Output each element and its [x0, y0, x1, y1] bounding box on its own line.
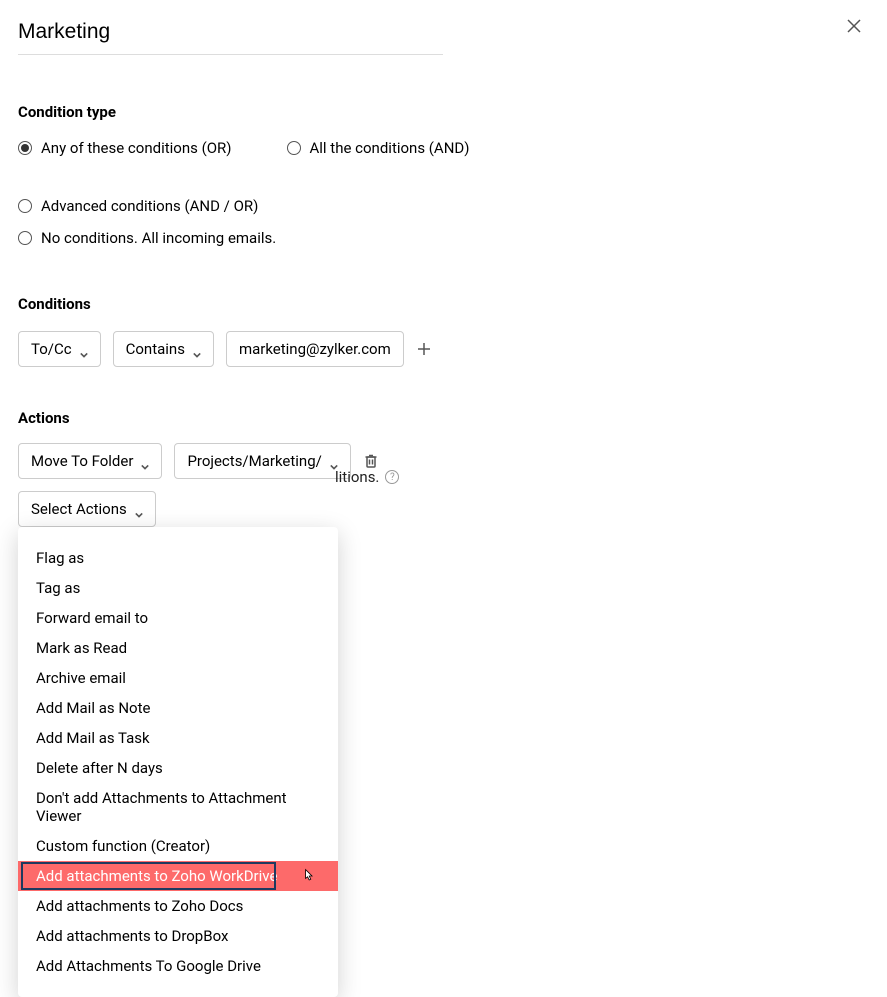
condition-row: To/Cc Contains marketing@zylker.com [18, 331, 702, 367]
actions-dropdown-menu: Flag as Tag as Forward email to Mark as Rea… [18, 527, 338, 997]
dropdown-item[interactable]: Don't add Attachments to Attachment View… [18, 783, 338, 831]
radio-label: Advanced conditions (AND / OR) [41, 197, 258, 215]
dropdown-item[interactable]: Custom function (Creator) [18, 831, 338, 861]
dropdown-item[interactable]: Add Mail as Task [18, 723, 338, 753]
dropdown-item[interactable]: Add attachments to Zoho WorkDrive [18, 861, 338, 891]
dropdown-item[interactable]: Forward email to [18, 603, 338, 633]
add-condition-icon[interactable] [416, 341, 432, 357]
select-value: Projects/Marketing/ [187, 452, 321, 470]
chevron-down-icon [193, 345, 201, 353]
select-value: Move To Folder [31, 452, 133, 470]
partial-hint-text: litions. ? [335, 468, 399, 486]
dropdown-item-label: Add attachments to Zoho Docs [36, 897, 243, 915]
select-value: Contains [126, 340, 185, 358]
condition-operator-select[interactable]: Contains [113, 331, 214, 367]
dropdown-item[interactable]: Add Attachments To Google Drive [18, 951, 338, 981]
dropdown-item[interactable]: Mark as Read [18, 633, 338, 663]
dropdown-item-label: Add Mail as Note [36, 699, 150, 717]
condition-type-options-row-2: No conditions. All incoming emails. [18, 229, 702, 247]
chevron-down-icon [330, 457, 338, 465]
radio-icon [18, 231, 32, 245]
form-content: Condition type Any of these conditions (… [0, 0, 720, 527]
action-type-select[interactable]: Move To Folder [18, 443, 162, 479]
dropdown-item[interactable]: Add Mail as Note [18, 693, 338, 723]
dropdown-item[interactable]: Add attachments to DropBox [18, 921, 338, 951]
select-value: Select Actions [31, 500, 127, 518]
dropdown-item-label: Custom function (Creator) [36, 837, 210, 855]
dropdown-item-label: Forward email to [36, 609, 148, 627]
dropdown-item-label: Add Attachments To Google Drive [36, 957, 261, 975]
radio-advanced[interactable]: Advanced conditions (AND / OR) [18, 197, 258, 215]
condition-type-heading: Condition type [18, 103, 702, 121]
select-actions-trigger[interactable]: Select Actions [18, 491, 156, 527]
dropdown-item-label: Add attachments to Zoho WorkDrive [36, 867, 277, 885]
dropdown-item-label: Flag as [36, 549, 84, 567]
conditions-heading: Conditions [18, 295, 702, 313]
chevron-down-icon [135, 505, 143, 513]
radio-all-and[interactable]: All the conditions (AND) [287, 139, 470, 157]
select-actions-dropdown: Select Actions Flag asTag asForward emai… [18, 491, 156, 527]
dropdown-item-label: Add attachments to DropBox [36, 927, 228, 945]
conditions-section: Conditions To/Cc Contains marketing@zylk… [18, 295, 702, 367]
dropdown-item-label: Don't add Attachments to Attachment View… [36, 789, 287, 825]
dropdown-item[interactable]: Delete after N days [18, 753, 338, 783]
radio-no-conditions[interactable]: No conditions. All incoming emails. [18, 229, 276, 247]
dropdown-item-label: Tag as [36, 579, 80, 597]
radio-icon [18, 141, 32, 155]
condition-type-section: Condition type Any of these conditions (… [18, 103, 702, 247]
help-icon[interactable]: ? [385, 470, 399, 484]
action-target-select[interactable]: Projects/Marketing/ [174, 443, 350, 479]
dropdown-item[interactable]: Archive email [18, 663, 338, 693]
dropdown-item-label: Archive email [36, 669, 126, 687]
dropdown-item-label: Delete after N days [36, 759, 163, 777]
delete-action-icon[interactable] [363, 453, 379, 469]
actions-heading: Actions [18, 409, 702, 427]
radio-label: All the conditions (AND) [310, 139, 470, 157]
condition-value-input[interactable]: marketing@zylker.com [226, 331, 404, 367]
pointer-cursor-icon [300, 868, 316, 884]
input-value: marketing@zylker.com [239, 340, 391, 358]
dropdown-item[interactable]: Add attachments to Zoho Docs [18, 891, 338, 921]
chevron-down-icon [80, 345, 88, 353]
condition-type-options-row-1: Any of these conditions (OR) All the con… [18, 139, 702, 215]
radio-icon [18, 199, 32, 213]
radio-any-or[interactable]: Any of these conditions (OR) [18, 139, 232, 157]
radio-label: Any of these conditions (OR) [41, 139, 232, 157]
dropdown-item-label: Mark as Read [36, 639, 127, 657]
dropdown-item[interactable]: Tag as [18, 573, 338, 603]
dropdown-item[interactable]: Flag as [18, 543, 338, 573]
radio-label: No conditions. All incoming emails. [41, 229, 276, 247]
radio-icon [287, 141, 301, 155]
condition-field-select[interactable]: To/Cc [18, 331, 101, 367]
dropdown-item-label: Add Mail as Task [36, 729, 150, 747]
hint-fragment: litions. [335, 468, 379, 486]
select-value: To/Cc [31, 340, 72, 358]
filter-name-input[interactable] [18, 18, 443, 55]
chevron-down-icon [141, 457, 149, 465]
close-icon[interactable] [846, 18, 862, 34]
